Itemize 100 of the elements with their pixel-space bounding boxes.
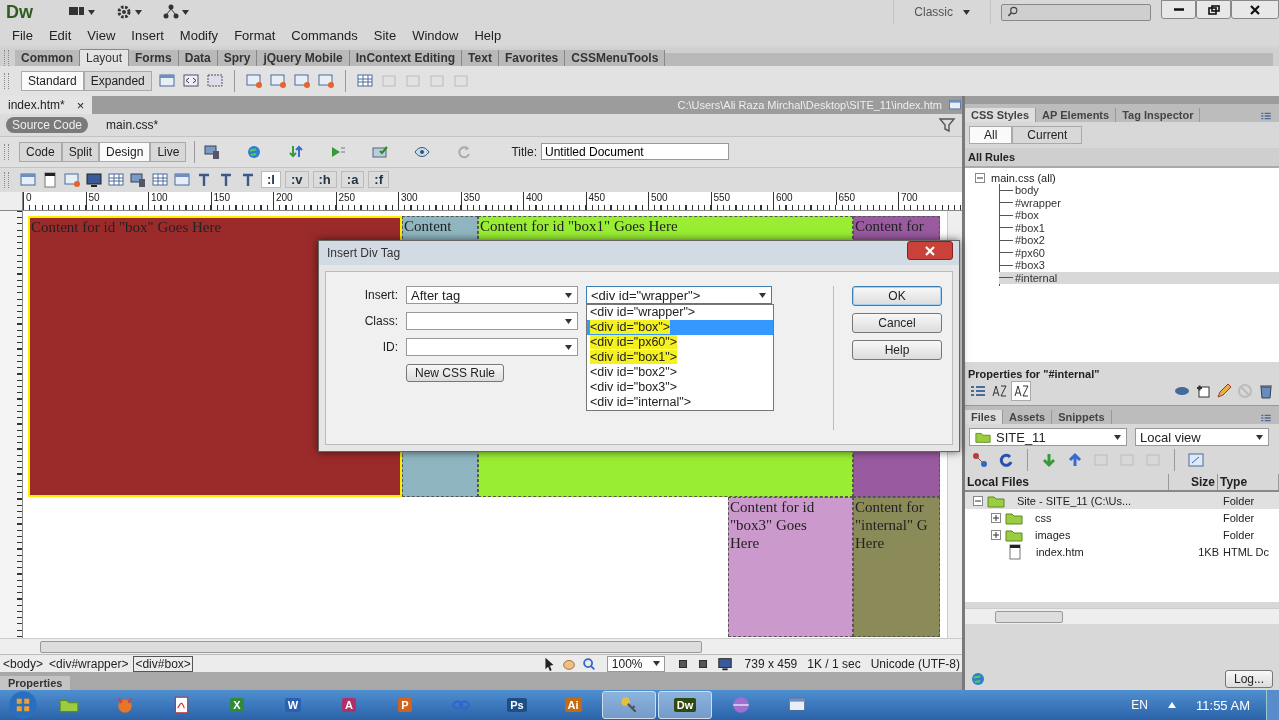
view-dropdown[interactable]: Local view <box>1135 428 1269 446</box>
pseudo-class-button[interactable]: :v <box>284 171 309 189</box>
close-tab-button[interactable]: × <box>76 97 85 113</box>
menu-item[interactable]: Help <box>466 27 510 43</box>
connect-icon[interactable] <box>971 451 989 469</box>
insert-tab[interactable]: Common <box>15 50 80 66</box>
close-button[interactable] <box>1231 0 1279 19</box>
filter-icon[interactable] <box>938 115 956 134</box>
window-badge-icon[interactable] <box>244 72 263 90</box>
show-hidden-icons-button[interactable] <box>1168 702 1177 708</box>
css-rule[interactable]: #box2 <box>999 234 1279 247</box>
window-badge-icon[interactable] <box>292 72 311 90</box>
caret-icon[interactable] <box>759 292 766 298</box>
nodes-icon[interactable] <box>162 3 180 21</box>
dropdown-option[interactable]: <div id="px60"> <box>587 335 773 350</box>
menu-item[interactable]: Modify <box>171 27 227 43</box>
file-name[interactable]: images <box>1035 528 1071 541</box>
search-field[interactable] <box>1001 3 1151 21</box>
column-header[interactable]: Local Files <box>965 474 1169 490</box>
menu-item[interactable]: Format <box>226 27 284 43</box>
css-rule[interactable]: #box3 <box>999 259 1279 272</box>
caret-icon[interactable] <box>1256 434 1263 440</box>
column-header[interactable]: Size <box>1169 474 1218 490</box>
view-button[interactable]: Live <box>150 141 187 162</box>
panel-tab[interactable]: Snippets <box>1052 410 1112 424</box>
mode-button[interactable]: Expanded <box>83 71 152 91</box>
restore-button[interactable] <box>1196 0 1231 19</box>
zoom-icon[interactable] <box>580 655 597 672</box>
view-button[interactable]: Design <box>99 141 151 162</box>
insert-tab[interactable]: jQuery Mobile <box>257 50 350 66</box>
site-dropdown[interactable]: SITE_11 <box>969 428 1127 446</box>
put-icon[interactable] <box>1066 451 1084 469</box>
language-indicator[interactable]: EN <box>1131 698 1149 712</box>
log-button[interactable]: Log... <box>1224 670 1273 688</box>
panel-tab[interactable]: Files <box>965 410 1004 424</box>
column-header[interactable]: Type <box>1218 474 1279 490</box>
dropdown-option[interactable]: <div id="internal"> <box>587 395 773 410</box>
dropdown-option[interactable]: <div id="box1"> <box>587 350 773 365</box>
view-button[interactable]: Split <box>61 141 100 162</box>
close-button[interactable] <box>907 241 953 260</box>
menu-item[interactable]: Site <box>365 27 405 43</box>
tag-selector[interactable]: <div#box> <box>133 655 193 672</box>
insert-tab[interactable]: Favorites <box>498 50 566 66</box>
menu-item[interactable]: File <box>4 27 41 43</box>
delete-icon[interactable] <box>1257 382 1275 400</box>
pseudo-class-button[interactable]: :h <box>312 171 337 189</box>
insert-tab[interactable]: Data <box>178 50 218 66</box>
css-rule[interactable]: #box <box>999 209 1279 222</box>
file-name[interactable]: css <box>1035 511 1052 524</box>
caret-icon[interactable] <box>963 9 970 15</box>
caret-icon[interactable] <box>135 9 142 15</box>
table-icon[interactable] <box>355 72 374 90</box>
menu-item[interactable]: View <box>79 27 124 43</box>
window-badge-icon[interactable] <box>316 72 335 90</box>
plus-box-icon[interactable] <box>991 512 1001 523</box>
content-block[interactable]: Content for "internal" G Here <box>853 496 940 637</box>
zoom-dropdown[interactable]: 100% <box>606 655 665 672</box>
taskbar-button[interactable]: X <box>210 691 264 719</box>
menu-item[interactable]: Insert <box>123 27 172 43</box>
taskbar-button[interactable] <box>602 691 656 719</box>
css-rule[interactable]: body <box>999 184 1279 197</box>
caret-icon[interactable] <box>565 344 572 350</box>
view-button[interactable]: Code <box>19 141 62 162</box>
edit-icon[interactable] <box>1215 382 1233 400</box>
panel-menu-icon[interactable] <box>1259 110 1273 122</box>
menu-item[interactable]: Commands <box>283 27 366 43</box>
panel-tab[interactable]: AP Elements <box>1036 108 1117 122</box>
menu-item[interactable]: Window <box>404 27 467 43</box>
stylesheet-item[interactable]: main.css (all) <box>989 172 1058 184</box>
set-properties-icon[interactable] <box>1012 382 1030 400</box>
document-tab[interactable]: index.htm* × <box>0 96 93 114</box>
panel-tab[interactable]: Tag Inspector <box>1116 108 1201 122</box>
status-icon[interactable] <box>969 670 987 688</box>
insert-tab[interactable]: Forms <box>129 50 179 66</box>
dropdown-option[interactable]: <div id="box3"> <box>587 380 773 395</box>
minus-box-icon[interactable] <box>975 173 985 183</box>
sort-icon[interactable] <box>990 382 1008 400</box>
dialog-button[interactable]: OK <box>852 286 942 306</box>
mode-button[interactable]: All <box>969 126 1013 144</box>
mode-button[interactable]: Current <box>1012 126 1083 144</box>
menu-item[interactable]: Edit <box>40 27 80 43</box>
devices-icon[interactable] <box>203 142 222 161</box>
new-css-rule-button[interactable]: New CSS Rule <box>406 364 505 382</box>
insert-tab[interactable]: CSSMenuTools <box>565 50 666 66</box>
tag-selector[interactable]: <div#wrapper> <box>48 656 130 671</box>
tag-selector[interactable]: <body> <box>2 656 45 671</box>
pseudo-class-button[interactable]: :l <box>261 171 281 189</box>
related-file[interactable]: Source Code <box>6 116 89 133</box>
tag-dropdown[interactable]: <div id="wrapper"> <box>586 286 772 304</box>
taskbar-button[interactable]: W <box>266 691 320 719</box>
caret-icon[interactable] <box>652 661 660 667</box>
insert-tab[interactable]: InContext Editing <box>349 50 463 66</box>
refresh-icon[interactable] <box>997 451 1015 469</box>
taskbar-button[interactable]: Dw <box>658 691 712 719</box>
css-rule[interactable]: #wrapper <box>999 196 1279 209</box>
dialog-button[interactable]: Help <box>852 340 942 360</box>
dropdown[interactable]: After tag <box>406 286 578 304</box>
render-icon[interactable] <box>41 170 59 189</box>
related-file[interactable]: main.css* <box>100 116 165 133</box>
clock[interactable]: 11:55 AM <box>1196 697 1250 713</box>
